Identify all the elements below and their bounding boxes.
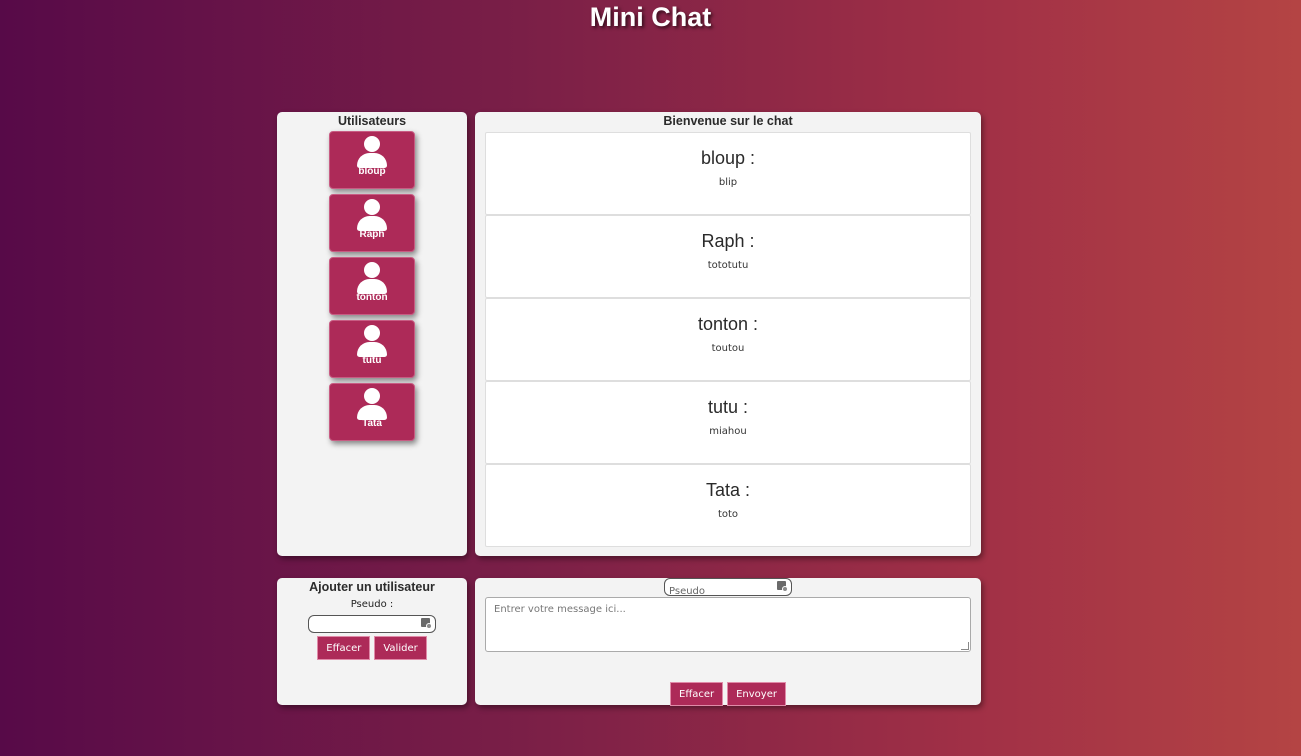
user-card-tata[interactable]: Tata: [329, 383, 415, 441]
message-author: Tata :: [705, 480, 751, 500]
message-text: blip: [718, 177, 738, 188]
user-icon: [357, 199, 387, 233]
message-item: tonton : toutou: [485, 298, 971, 381]
user-card-raph[interactable]: Raph: [329, 194, 415, 252]
user-icon: [357, 136, 387, 170]
message-text: toutou: [711, 343, 745, 354]
user-card-tonton[interactable]: tonton: [329, 257, 415, 315]
compose-pseudo-wrapper: [664, 578, 792, 600]
add-user-title: Ajouter un utilisateur: [309, 580, 435, 594]
chat-panel-title: Bienvenue sur le chat: [663, 114, 793, 128]
message-item: tutu : miahou: [485, 381, 971, 464]
compose-panel: Effacer Envoyer: [475, 578, 981, 706]
message-item: Tata : toto: [485, 464, 971, 547]
users-panel-title: Utilisateurs: [337, 114, 407, 128]
autofill-card-icon[interactable]: [421, 618, 432, 630]
users-panel: Utilisateurs bloup Raph tonton tutu Tata: [277, 112, 467, 556]
message-author: Raph :: [701, 231, 755, 251]
message-textarea[interactable]: [485, 597, 971, 652]
user-card-bloup[interactable]: bloup: [329, 131, 415, 189]
message-text: toto: [717, 509, 739, 520]
chat-panel: Bienvenue sur le chat bloup : blip Raph …: [475, 112, 981, 556]
clear-message-button[interactable]: Effacer: [670, 682, 724, 706]
pseudo-field-wrapper: [308, 615, 436, 637]
user-icon: [357, 262, 387, 296]
clear-user-button[interactable]: Effacer: [317, 636, 371, 660]
message-item: bloup : blip: [485, 132, 971, 215]
new-user-pseudo-input[interactable]: [309, 620, 435, 637]
pseudo-label: Pseudo :: [350, 599, 394, 610]
message-item: Raph : tototutu: [485, 215, 971, 298]
user-icon: [357, 388, 387, 422]
user-icon: [357, 325, 387, 359]
send-message-button[interactable]: Envoyer: [727, 682, 786, 706]
page-title: Mini Chat: [589, 2, 712, 32]
add-user-buttons: Effacer Valider: [277, 636, 467, 660]
message-text: tototutu: [707, 260, 749, 271]
autofill-card-icon[interactable]: [777, 581, 788, 593]
message-author: tonton :: [697, 314, 759, 334]
message-author: bloup :: [700, 148, 756, 168]
user-list: bloup Raph tonton tutu Tata: [277, 131, 467, 446]
user-card-tutu[interactable]: tutu: [329, 320, 415, 378]
message-author: tutu :: [707, 397, 749, 417]
validate-user-button[interactable]: Valider: [374, 636, 427, 660]
resize-grip-icon[interactable]: [961, 642, 969, 650]
compose-buttons: Effacer Envoyer: [475, 682, 981, 706]
message-list: bloup : blip Raph : tototutu tonton : to…: [485, 132, 971, 547]
add-user-panel: Ajouter un utilisateur Pseudo : Effacer …: [277, 578, 467, 705]
message-text: miahou: [709, 426, 747, 437]
